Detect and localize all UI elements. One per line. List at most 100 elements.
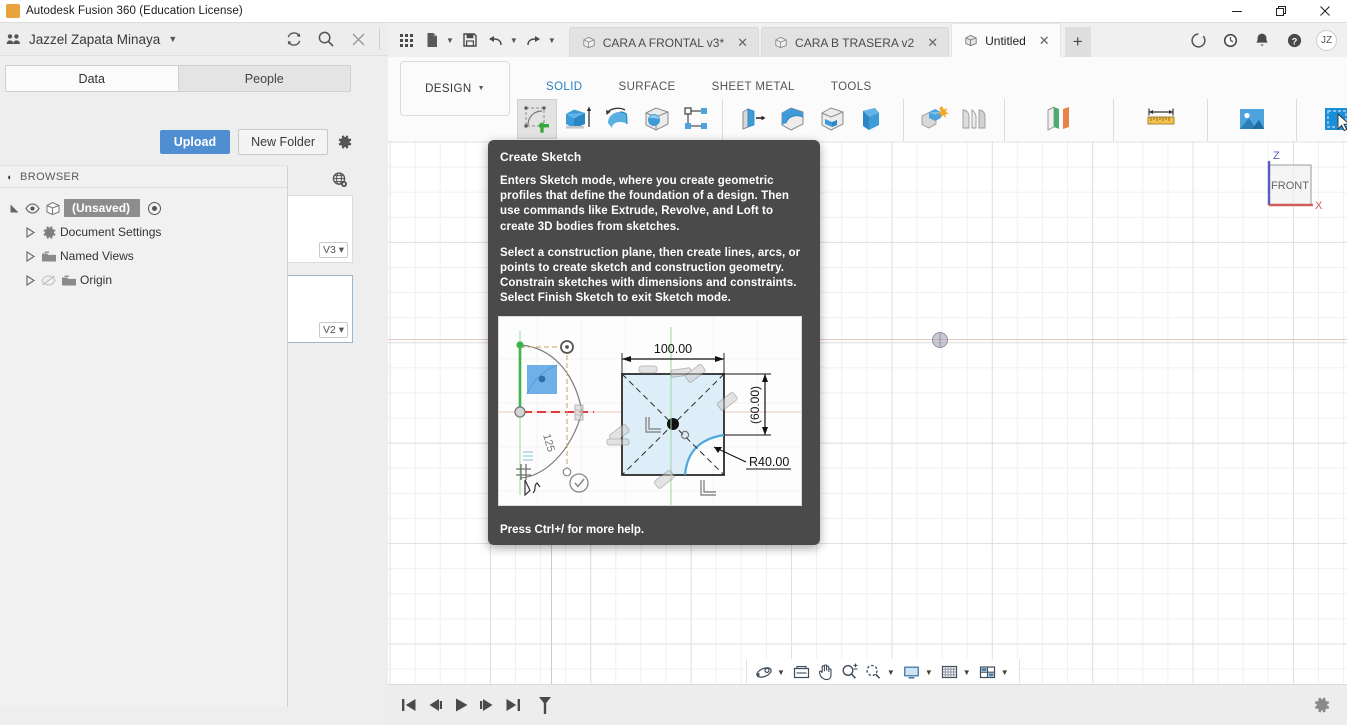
close-icon[interactable]: ✕ xyxy=(1039,33,1050,49)
display-settings-icon[interactable] xyxy=(901,661,923,683)
chevron-down-icon[interactable]: ▼ xyxy=(887,668,895,677)
go-to-beginning-icon[interactable] xyxy=(396,692,422,718)
new-tab-button[interactable]: + xyxy=(1065,27,1091,57)
shell-tool[interactable] xyxy=(813,99,853,139)
chevron-down-icon[interactable]: ▼ xyxy=(777,668,785,677)
document-tab-cara-a-frontal[interactable]: CARA A FRONTAL v3* ✕ xyxy=(569,27,759,57)
grid-snap-icon[interactable] xyxy=(939,661,961,683)
ribbon-tab-solid[interactable]: SOLID xyxy=(528,81,601,98)
tree-item-document-settings[interactable]: Document Settings xyxy=(0,220,287,244)
timeline-bar xyxy=(388,684,1347,725)
viewports-icon[interactable] xyxy=(977,661,999,683)
job-status-icon[interactable] xyxy=(1220,30,1240,50)
avatar[interactable]: JZ xyxy=(1316,30,1337,51)
triangle-collapsed-icon[interactable] xyxy=(22,251,38,262)
eye-hidden-icon[interactable] xyxy=(38,275,58,286)
browser-header[interactable]: ◖ BROWSER xyxy=(0,166,287,188)
app-grid-icon[interactable] xyxy=(393,27,419,53)
divider xyxy=(379,28,380,50)
restore-icon[interactable] xyxy=(1259,0,1303,23)
orbit-icon[interactable] xyxy=(753,661,775,683)
dim-angle: 125 xyxy=(540,433,557,454)
panel-insert-tools xyxy=(1229,99,1275,141)
insert-image-tool[interactable] xyxy=(1229,99,1275,139)
extensions-icon[interactable] xyxy=(1188,30,1208,50)
version-chip[interactable]: V3 ▾ xyxy=(319,242,348,258)
joint-tool[interactable] xyxy=(954,99,994,139)
close-icon[interactable] xyxy=(1303,0,1347,23)
data-thumbnail-card[interactable]: V3 ▾ xyxy=(286,195,353,263)
search-icon[interactable] xyxy=(315,28,337,50)
measure-tool[interactable] xyxy=(1138,99,1184,139)
new-component-tool[interactable] xyxy=(914,99,954,139)
chevron-down-icon[interactable]: ▼ xyxy=(168,34,177,44)
extrude-tool[interactable] xyxy=(557,99,597,139)
triangle-expanded-icon[interactable] xyxy=(6,203,22,214)
document-tab-untitled[interactable]: Untitled ✕ xyxy=(951,23,1061,57)
tree-item-named-views[interactable]: Named Views xyxy=(0,244,287,268)
press-pull-tool[interactable] xyxy=(733,99,773,139)
tooltip-body: Enters Sketch mode, where you create geo… xyxy=(500,174,808,306)
ribbon-tab-tools[interactable]: TOOLS xyxy=(813,81,890,98)
step-forward-icon[interactable] xyxy=(474,692,500,718)
redo-icon[interactable] xyxy=(521,27,547,53)
triangle-collapsed-icon[interactable] xyxy=(22,275,38,286)
save-icon[interactable] xyxy=(457,27,483,53)
fillet-tool[interactable] xyxy=(773,99,813,139)
play-icon[interactable] xyxy=(448,692,474,718)
chevron-down-icon[interactable]: ▼ xyxy=(510,36,518,45)
version-chip[interactable]: V2 ▾ xyxy=(319,322,348,338)
create-sketch-tool[interactable] xyxy=(517,99,557,139)
minimize-icon[interactable] xyxy=(1215,0,1259,23)
document-tab-cara-b-trasera[interactable]: CARA B TRASERA v2 ✕ xyxy=(761,27,949,57)
close-icon[interactable]: ✕ xyxy=(927,35,938,51)
globe-icon[interactable] xyxy=(331,171,349,194)
undo-icon[interactable] xyxy=(483,27,509,53)
gear-icon[interactable] xyxy=(336,133,354,151)
chevron-down-icon[interactable]: ▼ xyxy=(446,36,454,45)
view-cube[interactable]: FRONT Z X xyxy=(1247,149,1325,225)
revolve-tool[interactable] xyxy=(597,99,637,139)
radio-selected-icon[interactable] xyxy=(148,202,161,215)
tab-data[interactable]: Data xyxy=(6,66,178,91)
close-icon[interactable] xyxy=(347,28,369,50)
chevron-down-icon[interactable]: ▼ xyxy=(548,36,556,45)
ribbon-tab-surface[interactable]: SURFACE xyxy=(601,81,694,98)
step-back-icon[interactable] xyxy=(422,692,448,718)
gear-icon[interactable] xyxy=(1309,692,1335,718)
tab-people[interactable]: People xyxy=(178,66,351,91)
dim-width: 100.00 xyxy=(654,342,692,356)
chevron-down-icon[interactable]: ▼ xyxy=(925,668,933,677)
chevron-down-icon[interactable]: ▼ xyxy=(1001,668,1009,677)
offset-plane-tool[interactable] xyxy=(1036,99,1082,139)
filter-icon[interactable] xyxy=(532,692,558,718)
tree-item-origin[interactable]: Origin xyxy=(0,268,287,292)
upload-button[interactable]: Upload xyxy=(160,130,230,154)
notifications-bell-icon[interactable] xyxy=(1252,30,1272,50)
new-folder-button[interactable]: New Folder xyxy=(238,129,328,155)
eye-visible-icon[interactable] xyxy=(22,203,42,214)
select-tool[interactable] xyxy=(1314,99,1347,139)
panel-create-tools xyxy=(517,99,717,141)
chevron-down-icon[interactable]: ▼ xyxy=(963,668,971,677)
new-file-icon[interactable] xyxy=(419,27,445,53)
ribbon-tab-sheet-metal[interactable]: SHEET METAL xyxy=(694,81,813,98)
refresh-icon[interactable] xyxy=(283,28,305,50)
draft-tool[interactable] xyxy=(853,99,893,139)
origin-marker[interactable] xyxy=(932,332,948,348)
triangle-collapsed-icon[interactable] xyxy=(22,227,38,238)
user-name[interactable]: Jazzel Zapata Minaya xyxy=(29,32,160,47)
pattern-tool[interactable] xyxy=(677,99,717,139)
go-to-end-icon[interactable] xyxy=(500,692,526,718)
sphere-tool[interactable] xyxy=(637,99,677,139)
look-at-icon[interactable] xyxy=(791,661,813,683)
close-icon[interactable]: ✕ xyxy=(737,35,748,51)
pan-icon[interactable] xyxy=(815,661,837,683)
data-thumbnail-card[interactable]: V2 ▾ xyxy=(286,275,353,343)
chevron-left-icon[interactable]: ◖ xyxy=(4,172,14,182)
zoom-icon[interactable] xyxy=(839,661,861,683)
tree-item-unsaved[interactable]: (Unsaved) xyxy=(0,196,287,220)
help-icon[interactable]: ? xyxy=(1284,30,1304,50)
zoom-window-icon[interactable] xyxy=(863,661,885,683)
workspace-selector[interactable]: DESIGN ▼ xyxy=(400,61,510,116)
